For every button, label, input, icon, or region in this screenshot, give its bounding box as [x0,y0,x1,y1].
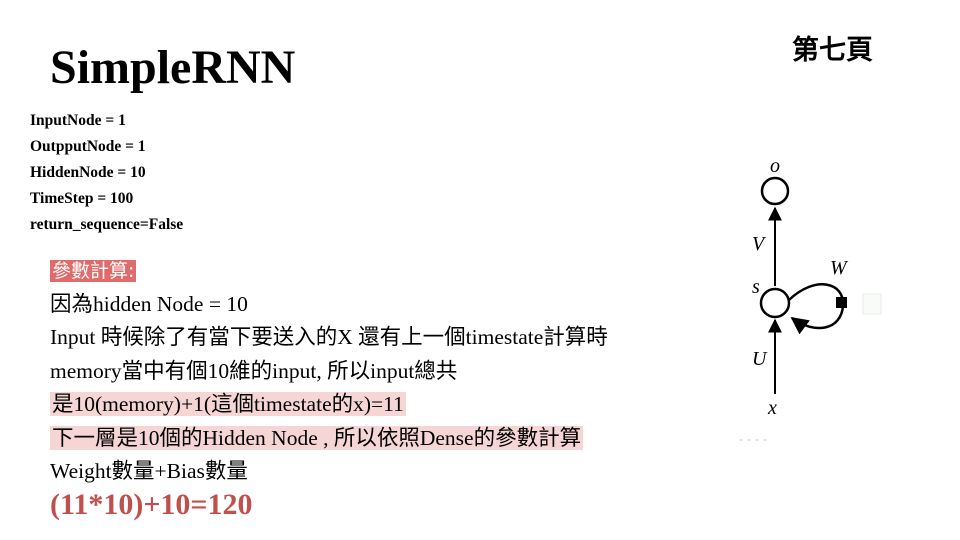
state-label: s [752,276,760,298]
input-label: x [767,397,777,419]
page-number: 第七頁 [792,35,873,66]
small-box-icon [862,293,882,315]
parameter-list: InputNode = 1 OutpputNode = 1 HiddenNode… [30,108,183,238]
explanation-line-6: Weight數量+Bias數量 [50,459,248,483]
state-node [759,287,791,319]
explanation-heading: 參數計算: [50,260,137,282]
explanation-line-1: 因為hidden Node = 10 [50,291,248,316]
explanation-line-4: 是10(memory)+1(這個timestate的x)=11 [50,392,406,416]
u-label: U [752,348,768,370]
explanation-line-2: Input 時候除了有當下要送入的X 還有上一個timestate計算時 [50,325,608,349]
delay-square [836,297,847,308]
param-output-node: OutpputNode = 1 [30,138,146,155]
w-recurrent-arrow [788,283,845,335]
rnn-diagram: o V s W U x [740,155,882,441]
v-label: V [752,233,767,255]
explanation-line-3: memory當中有個10維的input, 所以input總共 [50,358,458,383]
param-time-step: TimeStep = 100 [30,190,134,207]
slide-title: SimpleRNN [50,41,296,94]
output-node [760,176,790,206]
result-formula: (11*10)+10=120 [50,488,253,521]
output-label: o [770,155,780,177]
w-label: W [830,257,849,279]
explanation-line-5: 下一層是10個的Hidden Node , 所以依照Dense的參數計算 [50,425,584,450]
parameter-explanation: 參數計算: 因為hidden Node = 10 Input 時候除了有當下要送… [50,254,608,489]
param-input-node: InputNode = 1 [30,112,126,129]
param-hidden-node: HiddenNode = 10 [30,164,146,181]
param-return-sequence: return_sequence=False [30,216,184,233]
